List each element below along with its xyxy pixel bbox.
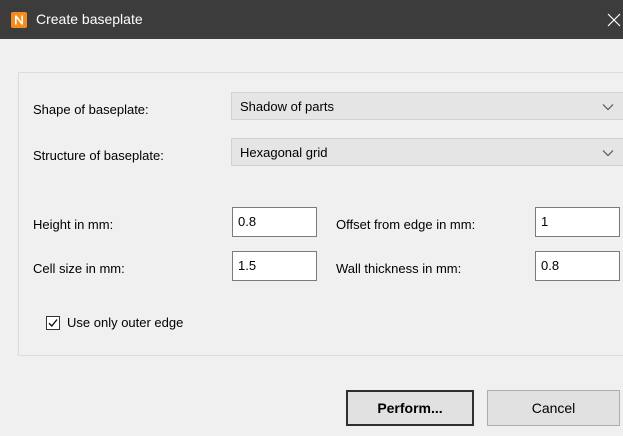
height-input-value: 0.8 [238, 214, 257, 229]
perform-button-label: Perform... [377, 400, 443, 416]
shape-select[interactable]: Shadow of parts [231, 92, 623, 120]
wall-thickness-input[interactable]: 0.8 [535, 251, 620, 281]
checkmark-icon [48, 319, 58, 328]
offset-input[interactable]: 1 [535, 207, 620, 237]
structure-label: Structure of baseplate: [33, 148, 164, 163]
close-icon [607, 13, 621, 27]
shape-label: Shape of baseplate: [33, 102, 149, 117]
window-title: Create baseplate [36, 11, 143, 27]
shape-select-value: Shadow of parts [240, 99, 334, 114]
app-logo-icon [11, 12, 27, 28]
wall-thickness-label: Wall thickness in mm: [336, 261, 462, 276]
cell-size-label: Cell size in mm: [33, 261, 125, 276]
close-button[interactable] [589, 0, 623, 39]
offset-input-value: 1 [541, 214, 549, 229]
cancel-button[interactable]: Cancel [487, 390, 620, 426]
wall-thickness-input-value: 0.8 [541, 258, 560, 273]
cell-size-input[interactable]: 1.5 [232, 251, 317, 281]
outer-edge-checkbox[interactable] [46, 316, 60, 330]
title-bar: Create baseplate [0, 0, 623, 39]
chevron-down-icon [602, 150, 614, 157]
cell-size-input-value: 1.5 [238, 258, 257, 273]
offset-label: Offset from edge in mm: [336, 217, 476, 232]
chevron-down-icon [602, 104, 614, 111]
height-input[interactable]: 0.8 [232, 207, 317, 237]
height-label: Height in mm: [33, 217, 114, 232]
structure-select[interactable]: Hexagonal grid [231, 138, 623, 166]
cancel-button-label: Cancel [531, 400, 576, 416]
outer-edge-label[interactable]: Use only outer edge [67, 315, 183, 330]
structure-select-value: Hexagonal grid [240, 145, 328, 160]
perform-button[interactable]: Perform... [346, 390, 474, 426]
